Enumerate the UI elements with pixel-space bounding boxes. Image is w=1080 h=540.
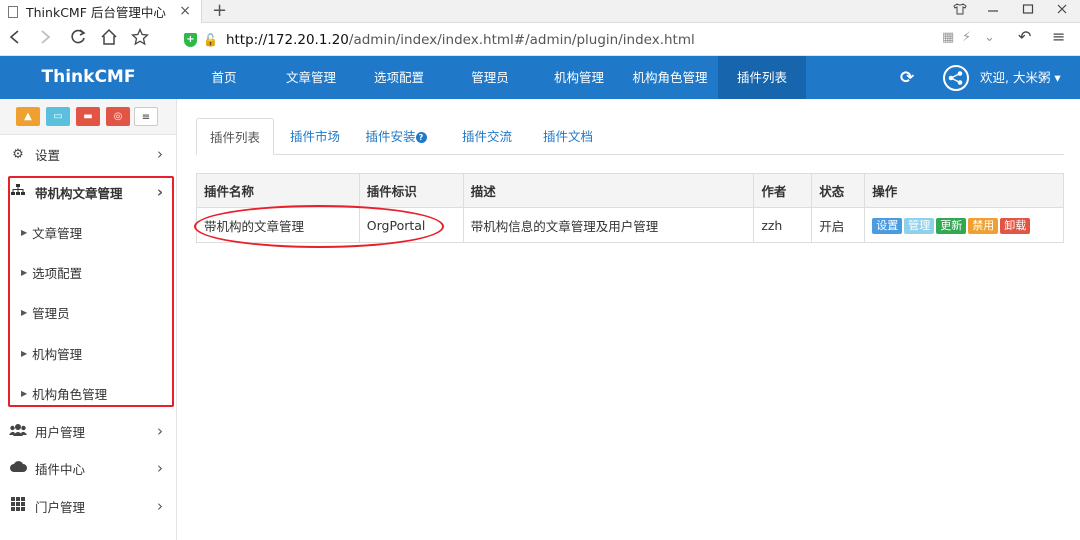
table-header-row: 插件名称 插件标识 描述 作者 状态 操作 [196, 173, 1064, 208]
nav-options[interactable]: 选项配置 [354, 56, 444, 99]
users-icon [9, 423, 27, 440]
forward-icon[interactable] [33, 28, 57, 52]
nav-article[interactable]: 文章管理 [268, 56, 354, 99]
chevron-right-icon: › [157, 459, 163, 477]
nav-org[interactable]: 机构管理 [536, 56, 622, 99]
shirt-icon[interactable] [942, 0, 978, 23]
column-header: 插件标识 [358, 173, 464, 208]
shield-icon: + [184, 33, 197, 47]
plugin-description: 带机构信息的文章管理及用户管理 [462, 207, 755, 243]
manage-button[interactable]: 管理 [904, 217, 935, 234]
question-icon: ? [415, 132, 427, 143]
cloud-icon [9, 460, 27, 476]
column-header: 操作 [864, 173, 1064, 208]
update-button[interactable]: 更新 [936, 217, 967, 234]
sidebar-item-label: 设置 [35, 147, 61, 163]
sidebar-quickbar: ▲ ▭ ▬ ◎ ≡ [0, 99, 176, 135]
chevron-right-icon: › [157, 497, 163, 515]
sidebar-item-settings[interactable]: ⚙ 设置 › [0, 135, 176, 173]
nav-plugins[interactable]: 插件列表 [718, 56, 806, 99]
sidebar-item-users[interactable]: 用户管理 › [0, 412, 176, 450]
uninstall-button[interactable]: 卸载 [1000, 217, 1031, 234]
chevron-right-icon: › [157, 422, 163, 440]
url-text: http://172.20.1.20/admin/index/index.htm… [225, 32, 695, 48]
top-header: ThinkCMF 首页 文章管理 选项配置 管理员 机构管理 机构角色管理 插件… [0, 56, 1080, 99]
welcome-user[interactable]: 欢迎, 大米粥 ▾ [980, 56, 1061, 99]
trash-shortcut-icon[interactable]: ▬ [76, 107, 100, 126]
tab-plugin-list[interactable]: 插件列表 [196, 118, 274, 155]
reload-icon[interactable] [66, 28, 90, 52]
sidebar-item-label: 用户管理 [35, 424, 86, 440]
cogs-icon: ⚙ [12, 146, 24, 162]
window-close-icon[interactable] [1044, 0, 1080, 23]
main-nav: 首页 文章管理 选项配置 管理员 机构管理 机构角色管理 插件列表 [180, 56, 806, 99]
plugin-author: zzh [753, 207, 813, 243]
nav-admins[interactable]: 管理员 [444, 56, 536, 99]
tab-plugin-forum[interactable]: 插件交流 [452, 118, 522, 155]
address-bar: + 🔓 http://172.20.1.20/admin/index/index… [0, 24, 1080, 56]
column-header: 插件名称 [196, 173, 360, 208]
settings-button[interactable]: 设置 [872, 217, 903, 234]
column-header: 描述 [462, 173, 755, 208]
tab-plugin-market[interactable]: 插件市场 [280, 118, 350, 155]
column-header: 状态 [811, 173, 866, 208]
home-shortcut-icon[interactable]: ▲ [16, 107, 40, 126]
undo-icon[interactable]: ↶ [1018, 27, 1031, 46]
qr-icon[interactable]: ▦ [942, 30, 954, 45]
browser-tab[interactable]: ThinkCMF 后台管理中心 × [0, 0, 202, 23]
highlight-ellipse [194, 205, 444, 248]
grid-icon [9, 497, 27, 515]
nav-org-roles[interactable]: 机构角色管理 [622, 56, 718, 99]
tab-plugin-docs[interactable]: 插件文档 [533, 118, 603, 155]
list-shortcut-icon[interactable]: ≡ [134, 107, 158, 126]
file-shortcut-icon[interactable]: ▭ [46, 107, 70, 126]
sidebar-item-portal[interactable]: 门户管理 › [0, 487, 176, 525]
tab-title: ThinkCMF 后台管理中心 [26, 5, 166, 20]
plugin-actions: 设置 管理 更新 禁用 卸载 [864, 207, 1064, 243]
chevron-right-icon: › [157, 145, 163, 163]
maximize-icon[interactable] [1010, 0, 1046, 23]
minimize-icon[interactable] [975, 0, 1011, 23]
sidebar-item-label: 插件中心 [35, 461, 86, 477]
avatar[interactable] [943, 65, 969, 91]
insecure-icon: 🔓 [203, 33, 218, 47]
brand-logo[interactable]: ThinkCMF [0, 56, 177, 99]
menu-icon[interactable]: ≡ [1052, 27, 1065, 46]
browser-tabbar: ThinkCMF 后台管理中心 × + [0, 0, 1080, 23]
dropdown-icon[interactable]: ⌄ [984, 30, 995, 45]
tab-plugin-install[interactable]: 插件安装? [360, 118, 432, 155]
refresh-icon[interactable]: ⟳ [900, 68, 914, 88]
recycle-shortcut-icon[interactable]: ◎ [106, 107, 130, 126]
star-icon[interactable] [128, 27, 152, 52]
home-icon[interactable] [97, 28, 121, 52]
lightning-icon[interactable]: ⚡ [962, 30, 971, 45]
plugin-status: 开启 [811, 207, 866, 243]
highlight-box [8, 176, 174, 407]
url-field[interactable]: + 🔓 http://172.20.1.20/admin/index/index… [184, 29, 695, 51]
page-icon [8, 5, 18, 18]
new-tab-button[interactable]: + [212, 0, 227, 22]
sidebar-item-plugins[interactable]: 插件中心 › [0, 449, 176, 487]
plugin-tabs: 插件列表 插件市场 插件安装? 插件交流 插件文档 [196, 118, 1064, 155]
tab-close-icon[interactable]: × [179, 3, 191, 19]
nav-home[interactable]: 首页 [180, 56, 268, 99]
disable-button[interactable]: 禁用 [968, 217, 999, 234]
column-header: 作者 [753, 173, 813, 208]
sidebar-item-label: 门户管理 [35, 499, 86, 515]
back-icon[interactable] [3, 28, 27, 52]
